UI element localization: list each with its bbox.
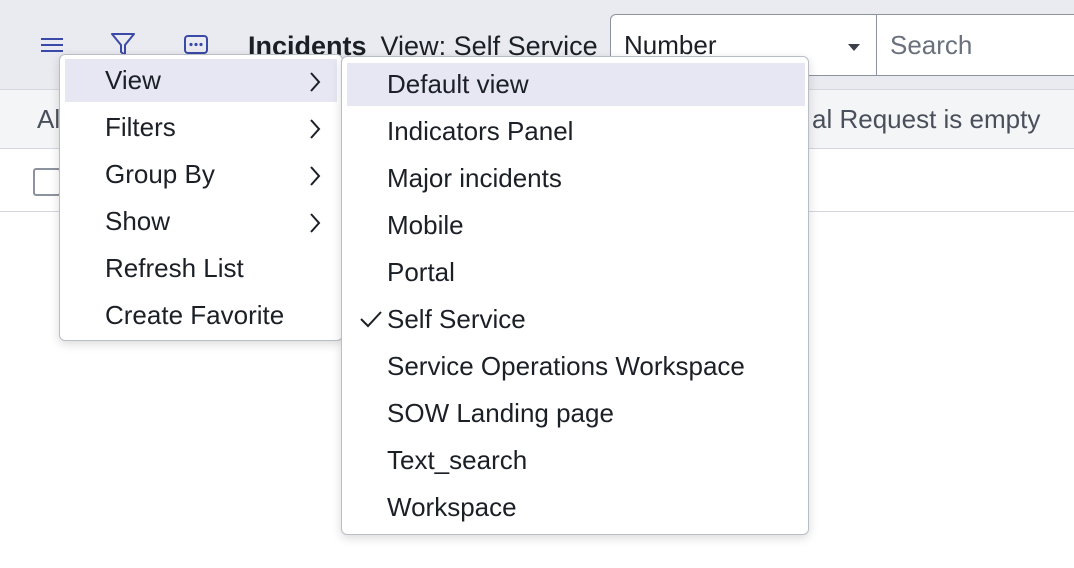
checkmark-icon — [360, 311, 382, 328]
menu-item-label: Refresh List — [105, 253, 244, 283]
view-option-self-service[interactable]: Self Service — [347, 298, 805, 341]
view-option-label: Workspace — [387, 492, 517, 522]
menu-item-label: Create Favorite — [105, 300, 285, 330]
view-option-text-search[interactable]: Text_search — [347, 439, 805, 482]
view-option-label: Self Service — [387, 304, 526, 334]
menu-item-label: Show — [105, 206, 171, 236]
view-submenu: Default view Indicators Panel Major inci… — [341, 56, 809, 535]
view-option-label: Mobile — [387, 210, 464, 240]
view-option-label: Service Operations Workspace — [387, 351, 745, 381]
view-option-sow-landing-page[interactable]: SOW Landing page — [347, 392, 805, 435]
menu-item-label: View — [105, 65, 161, 95]
view-option-label: Portal — [387, 257, 455, 287]
view-option-indicators-panel[interactable]: Indicators Panel — [347, 110, 805, 153]
incidents-list-page: Incidents View: Self Service Number Sear… — [0, 0, 1074, 568]
chevron-right-icon — [310, 166, 321, 186]
breadcrumb-condition[interactable]: al Request is empty — [812, 104, 1040, 135]
menu-item-view[interactable]: View — [65, 59, 337, 102]
menu-item-group-by[interactable]: Group By — [65, 153, 337, 196]
search-input[interactable]: Search — [876, 14, 1074, 76]
chevron-right-icon — [310, 213, 321, 233]
search-placeholder: Search — [890, 29, 973, 60]
chevron-right-icon — [310, 119, 321, 139]
select-all-checkbox[interactable] — [33, 168, 61, 196]
view-option-default-view[interactable]: Default view — [347, 63, 805, 106]
menu-item-create-favorite[interactable]: Create Favorite — [65, 294, 337, 337]
breadcrumb-all-link[interactable]: Al — [37, 104, 60, 135]
view-option-label: Text_search — [387, 445, 528, 475]
menu-item-show[interactable]: Show — [65, 200, 337, 243]
list-context-menu: View Filters Group By Show Refresh List … — [59, 54, 343, 341]
view-option-label: Major incidents — [387, 163, 562, 193]
view-option-mobile[interactable]: Mobile — [347, 204, 805, 247]
view-option-label: Default view — [387, 69, 529, 99]
menu-item-label: Filters — [105, 112, 176, 142]
view-option-portal[interactable]: Portal — [347, 251, 805, 294]
view-option-workspace[interactable]: Workspace — [347, 486, 805, 529]
view-option-label: Indicators Panel — [387, 116, 574, 146]
chevron-right-icon — [310, 72, 321, 92]
view-option-service-operations-workspace[interactable]: Service Operations Workspace — [347, 345, 805, 388]
view-option-major-incidents[interactable]: Major incidents — [347, 157, 805, 200]
menu-item-label: Group By — [105, 159, 215, 189]
view-option-label: SOW Landing page — [387, 398, 614, 428]
menu-item-refresh-list[interactable]: Refresh List — [65, 247, 337, 290]
dropdown-caret-icon — [848, 44, 860, 51]
menu-item-filters[interactable]: Filters — [65, 106, 337, 149]
